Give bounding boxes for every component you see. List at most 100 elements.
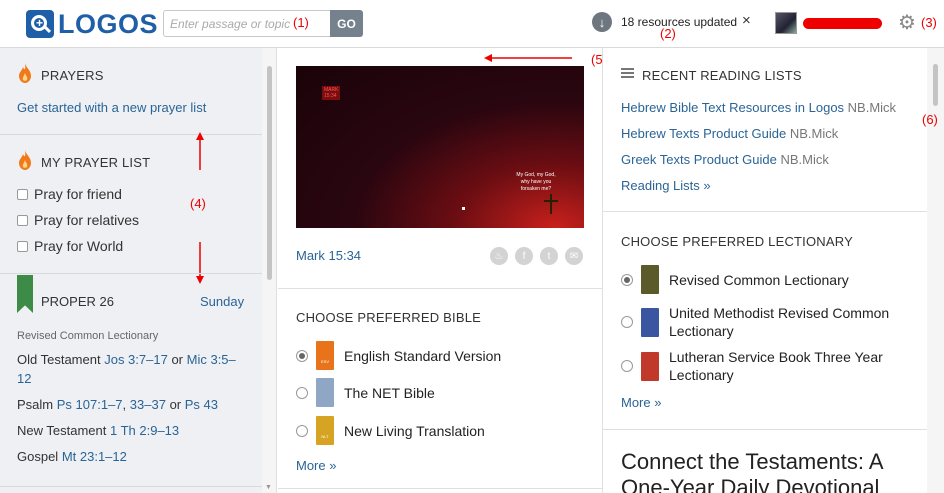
more-bibles-link[interactable]: More » <box>296 458 336 473</box>
updates-status[interactable]: 18 resources updated <box>621 15 737 29</box>
bible-option[interactable]: ESV English Standard Version <box>296 341 501 370</box>
divider <box>278 288 602 289</box>
reading-link[interactable]: Mt 23:1–12 <box>62 449 127 464</box>
divider <box>0 273 262 274</box>
email-icon[interactable]: ✉ <box>565 247 583 265</box>
annotation-3: (3) <box>921 15 937 30</box>
facebook-icon[interactable]: f <box>515 247 533 265</box>
logo-icon: + <box>26 10 54 38</box>
bible-name: English Standard Version <box>344 347 502 364</box>
new-prayer-list-link[interactable]: Get started with a new prayer list <box>17 100 206 115</box>
radio-button[interactable] <box>296 424 308 437</box>
proper-title: PROPER 26 <box>41 294 114 309</box>
radio-button[interactable] <box>621 273 633 286</box>
bible-cover-icon: ESV <box>316 341 334 370</box>
go-button[interactable]: GO <box>330 10 363 37</box>
scrollbar-thumb[interactable] <box>267 66 272 280</box>
divider <box>603 429 927 430</box>
bible-option[interactable]: NLT New Living Translation <box>296 416 485 445</box>
close-icon[interactable]: × <box>742 12 751 29</box>
twitter-icon[interactable]: t <box>540 247 558 265</box>
reading-list-author: NB.Mick <box>789 126 839 141</box>
lectionary-name-line: Lectionary <box>669 367 734 383</box>
lectionary-name: United Methodist Revised Common Lectiona… <box>669 304 889 340</box>
reading-nt: New Testament 1 Th 2:9–13 <box>17 421 242 440</box>
prayer-item[interactable]: Pray for World <box>17 233 139 259</box>
reading-list-item[interactable]: Hebrew Texts Product Guide NB.Mick <box>621 126 838 141</box>
annotation-6: (6) <box>922 112 938 127</box>
redacted-username <box>803 18 882 29</box>
checkbox[interactable] <box>17 240 28 252</box>
checkbox[interactable] <box>17 188 28 200</box>
lectionary-title: CHOOSE PREFERRED LECTIONARY <box>621 234 853 249</box>
annotation-4: (4) <box>190 196 206 211</box>
radio-button[interactable] <box>621 360 633 372</box>
list-icon <box>621 68 634 82</box>
reading-link[interactable]: Ps 107:1–7 <box>57 397 123 412</box>
radio-button[interactable] <box>296 386 308 399</box>
left-sidebar: PRAYERS Get started with a new prayer li… <box>0 48 262 493</box>
radio-button[interactable] <box>296 349 308 362</box>
lectionary-option[interactable]: Revised Common Lectionary <box>621 265 849 294</box>
divider <box>603 211 927 212</box>
reading-label: Gospel <box>17 449 59 464</box>
or-text: or <box>171 352 184 367</box>
bible-name: New Living Translation <box>344 422 485 439</box>
reading-gospel: Gospel Mt 23:1–12 <box>17 447 242 466</box>
bible-option[interactable]: The NET Bible <box>296 378 435 407</box>
bible-name: The NET Bible <box>344 384 435 401</box>
lectionary-name: Lutheran Service Book Three Year Lection… <box>669 348 883 384</box>
lectionary-name: Revised Common Lectionary <box>669 271 849 289</box>
bible-title: CHOOSE PREFERRED BIBLE <box>296 310 481 325</box>
middle-column: MARK 15:34 My God, my God, why have you … <box>278 48 603 493</box>
annotation-2: (2) <box>660 26 676 41</box>
reading-list-title[interactable]: Greek Texts Product Guide <box>621 152 777 167</box>
reading-label: Old Testament <box>17 352 101 367</box>
bookmark-icon <box>17 275 33 313</box>
reading-list-item[interactable]: Greek Texts Product Guide NB.Mick <box>621 152 829 167</box>
lectionary-option[interactable]: United Methodist Revised Common Lectiona… <box>621 304 889 340</box>
lectionary-option[interactable]: Lutheran Service Book Three Year Lection… <box>621 348 883 384</box>
reading-list-item[interactable]: Hebrew Bible Text Resources in Logos NB.… <box>621 100 896 115</box>
reading-link[interactable]: Jos 3:7–17 <box>104 352 168 367</box>
scrollbar-thumb[interactable] <box>933 64 938 106</box>
prayer-item[interactable]: Pray for relatives <box>17 207 139 233</box>
left-scrollbar[interactable]: ▼ <box>262 48 277 493</box>
promo-title[interactable]: Connect the Testaments: A One-Year Daily… <box>621 449 921 493</box>
download-icon[interactable]: ↓ <box>592 12 612 32</box>
bible-cover-icon: NLT <box>316 416 334 445</box>
lectionary-cover-icon <box>641 307 659 337</box>
logos-logo[interactable]: + LOGOS <box>26 9 158 39</box>
reading-link[interactable]: 33–37 <box>130 397 166 412</box>
reading-list-title[interactable]: Hebrew Texts Product Guide <box>621 126 786 141</box>
reading-lists-link[interactable]: Reading Lists » <box>621 178 711 193</box>
bible-cover-icon <box>316 378 334 407</box>
prayer-list: Pray for friend Pray for relatives Pray … <box>17 181 139 259</box>
checkbox[interactable] <box>17 214 28 226</box>
reading-list-title[interactable]: Hebrew Bible Text Resources in Logos <box>621 100 844 115</box>
prayer-item-label: Pray for World <box>34 238 124 254</box>
verse-video[interactable]: MARK 15:34 My God, my God, why have you … <box>296 66 584 228</box>
logo-text: LOGOS <box>58 8 159 39</box>
top-bar: + LOGOS (1) GO ↓ 18 resources updated × … <box>0 0 944 48</box>
proper-day-link[interactable]: Sunday <box>200 294 244 309</box>
gear-icon[interactable]: ⚙ <box>898 10 916 35</box>
fire-icon[interactable]: ♨ <box>490 247 508 265</box>
reading-link[interactable]: 1 Th 2:9–13 <box>110 423 179 438</box>
radio-button[interactable] <box>621 316 633 328</box>
more-lectionaries-link[interactable]: More » <box>621 395 661 410</box>
video-quote: My God, my God, why have you forsaken me… <box>516 172 556 192</box>
bible-abbr: ESV <box>320 359 329 364</box>
verse-ref-link[interactable]: Mark 15:34 <box>296 248 361 263</box>
reading-psalm: Psalm Ps 107:1–7, 33–37 or Ps 43 <box>17 397 218 412</box>
annotation-1: (1) <box>293 15 309 30</box>
reading-link[interactable]: Ps 43 <box>185 397 218 412</box>
bible-abbr: NLT <box>321 434 329 439</box>
lectionary-name-line: Revised Common Lectionary <box>669 271 849 288</box>
avatar[interactable] <box>775 12 797 34</box>
prayer-item[interactable]: Pray for friend <box>17 181 139 207</box>
readings: Old Testament Jos 3:7–17 or Mic 3:5–12 P… <box>17 350 242 473</box>
prayers-title: PRAYERS <box>41 68 104 83</box>
scroll-down-icon[interactable]: ▼ <box>265 484 272 491</box>
lectionary-name-line: Lutheran Service Book Three Year <box>669 349 883 365</box>
